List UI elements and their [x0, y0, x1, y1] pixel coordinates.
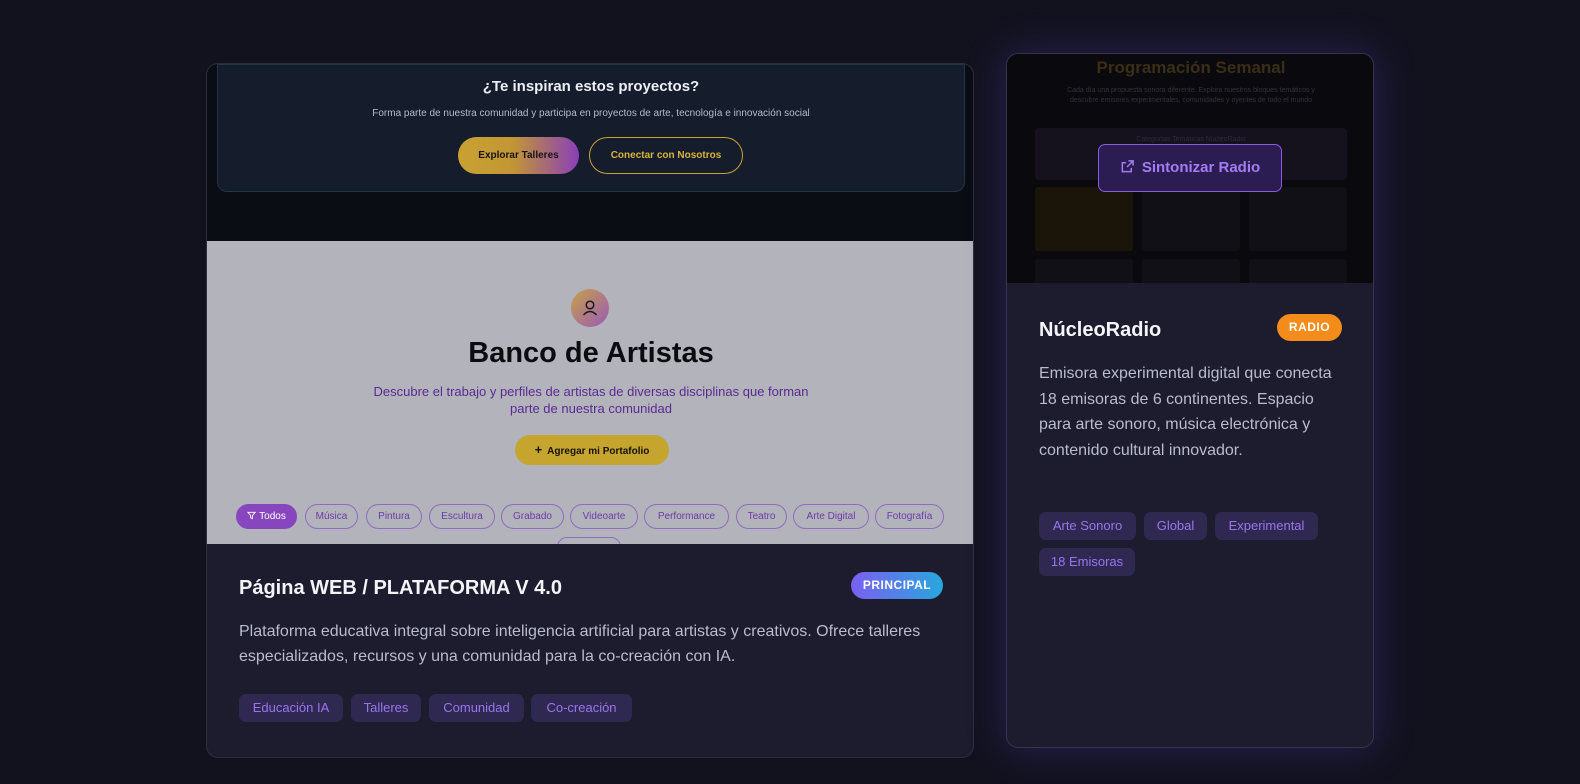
explore-workshops-button[interactable]: Explorar Talleres [458, 137, 579, 174]
project-title: NúcleoRadio [1039, 319, 1162, 341]
schedule-title: Programación Semanal [1096, 58, 1286, 77]
filter-chip-performance[interactable]: Performance [644, 504, 729, 529]
schedule-cell [1035, 187, 1133, 251]
filter-chip-label: Todos [259, 511, 286, 522]
tune-radio-label: Sintonizar Radio [1141, 159, 1261, 176]
external-link-icon [1121, 160, 1134, 173]
tag-talleres: Talleres [351, 694, 421, 722]
cta-subtitle: Forma parte de nuestra comunidad y parti… [372, 108, 810, 119]
filter-chip-videoarte[interactable]: Videoarte [570, 504, 638, 529]
schedule-cell [1249, 187, 1347, 251]
tag-co-creacion: Co-creación [531, 694, 632, 722]
filter-chip-arte-digital[interactable]: Arte Digital [793, 504, 869, 529]
web-preview-screenshot: ¿Te inspiran estos proyectos? Forma part… [207, 64, 973, 544]
connect-button[interactable]: Conectar con Nosotros [589, 137, 743, 174]
schedule-cell [1249, 259, 1347, 283]
tag-global: Global [1144, 512, 1207, 540]
user-icon [571, 289, 609, 327]
filter-chip-escultura[interactable]: Escultura [429, 504, 495, 529]
tag-18-emisoras: 18 Emisoras [1039, 548, 1135, 576]
radio-preview-screenshot: Programación Semanal Cada día una propue… [1007, 54, 1373, 283]
filter-icon [247, 511, 257, 520]
artists-bank-section: Banco de Artistas Descubre el trabajo y … [207, 241, 973, 544]
status-badge: RADIO [1277, 314, 1342, 341]
tag-educacion-ia: Educación IA [239, 694, 343, 722]
preview-cta-section: ¿Te inspiran estos proyectos? Forma part… [207, 64, 973, 241]
plus-icon: + [534, 442, 543, 457]
tag-arte-sonoro: Arte Sonoro [1039, 512, 1136, 540]
project-description: Emisora experimental digital que conecta… [1039, 365, 1332, 459]
artists-title: Banco de Artistas [468, 337, 714, 369]
project-card-web[interactable]: ¿Te inspiran estos proyectos? Forma part… [206, 63, 974, 758]
add-portfolio-label: Agregar mi Portafolio [547, 446, 650, 457]
project-card-radio[interactable]: Programación Semanal Cada día una propue… [1006, 53, 1374, 748]
project-description: Plataforma educativa integral sobre inte… [239, 623, 921, 665]
schedule-cell [1035, 259, 1133, 283]
filter-chip-pintura[interactable]: Pintura [366, 504, 422, 529]
project-title: Página WEB / PLATAFORMA V 4.0 [239, 577, 562, 599]
filter-chip-fotografia[interactable]: Fotografía [875, 504, 944, 529]
tune-radio-button[interactable]: Sintonizar Radio [1098, 144, 1282, 192]
schedule-cell [1142, 187, 1240, 251]
tag-experimental: Experimental [1215, 512, 1318, 540]
filter-chip-teatro[interactable]: Teatro [736, 504, 787, 529]
categories-band-title: Categorías Temáticas NúcleoRadio [1136, 136, 1246, 143]
filter-chip-todos[interactable]: Todos [236, 504, 297, 529]
cta-title: ¿Te inspiran estos proyectos? [482, 78, 700, 95]
add-portfolio-button[interactable]: + Agregar mi Portafolio [515, 435, 669, 465]
tag-comunidad: Comunidad [429, 694, 524, 722]
schedule-subtitle: Cada día una propuesta sonora diferente.… [1067, 87, 1315, 104]
status-badge: PRINCIPAL [851, 572, 943, 599]
filter-chip-overflow [557, 537, 621, 544]
cta-box: ¿Te inspiran estos proyectos? Forma part… [217, 64, 965, 192]
schedule-cell [1142, 259, 1240, 283]
filter-chip-grabado[interactable]: Grabado [501, 504, 564, 529]
artists-description: Descubre el trabajo y perfiles de artist… [373, 384, 809, 416]
filter-chip-musica[interactable]: Música [305, 504, 358, 529]
